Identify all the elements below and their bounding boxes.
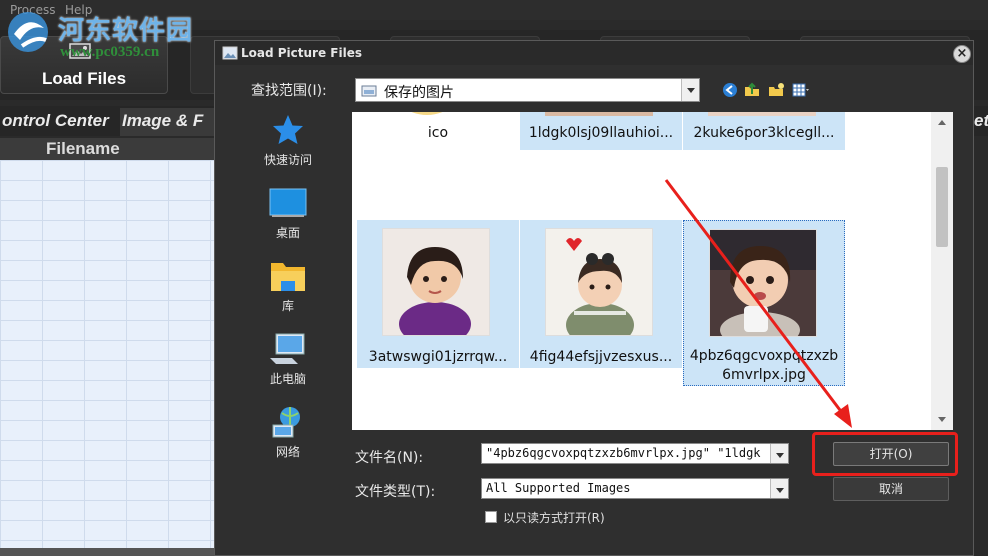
load-picture-dialog: Load Picture Files × 查找范围(I): 保存的图片 快速访问… [214,40,974,556]
scroll-thumb[interactable] [936,167,948,247]
up-folder-icon[interactable] [743,81,761,99]
new-folder-icon[interactable] [767,81,785,99]
thumbnail [545,228,653,336]
place-library[interactable]: 库 [244,259,332,329]
chevron-down-icon[interactable] [770,444,788,463]
star-icon [273,115,303,144]
file-name: 3atwswgi01jzrrqw... [368,349,508,365]
watermark-logo-icon [8,12,48,52]
file-item[interactable]: ico [357,112,519,148]
place-desktop[interactable]: 桌面 [244,186,332,256]
look-in-label: 查找范围(I): [251,83,327,99]
thumbnail [709,229,817,337]
watermark-title: 河东软件园 [58,16,194,46]
vertical-scrollbar[interactable] [931,112,953,430]
thumbnail [708,112,816,116]
file-name-input[interactable]: "4pbz6qgcvoxpqtzxzb6mvrlpx.jpg" "1ldgk [481,443,789,464]
picture-icon [222,46,238,60]
dialog-titlebar: Load Picture Files × [215,41,973,65]
network-icon [272,407,300,438]
look-in-dropdown[interactable]: 保存的图片 [355,78,700,102]
chevron-down-icon[interactable] [770,479,788,498]
folder-drive-icon [361,85,377,97]
open-button[interactable]: 打开(O) [833,442,949,466]
close-button[interactable]: × [953,45,971,63]
app-window: Process Help Load Files 河东软件园 www.pc0359… [0,0,988,556]
tab-image-format[interactable]: Image & F [120,108,216,136]
place-label: 桌面 [275,226,300,240]
place-label: 网络 [275,445,300,459]
file-item[interactable]: 1ldgk0lsj09llauhioi... [520,112,682,150]
place-label: 快速访问 [263,153,312,167]
file-type-value: All Supported Images [486,481,631,495]
file-name-label: 文件名(N): [355,450,424,466]
file-name-value: "4pbz6qgcvoxpqtzxzb6mvrlpx.jpg" "1ldgk [486,446,761,460]
file-name: 2kuke6por3klcegll... [693,125,835,141]
file-item[interactable]: 3atwswgi01jzrrqw... [357,220,519,368]
scroll-down-icon[interactable] [938,417,946,422]
library-icon [271,263,305,291]
look-in-value: 保存的图片 [384,85,454,101]
file-type-select[interactable]: All Supported Images [481,478,789,499]
place-label: 此电脑 [269,372,306,386]
dialog-title: Load Picture Files [241,46,362,60]
file-type-label: 文件类型(T): [355,484,436,500]
file-name-line1: 4pbz6qgcvoxpqtzxzb [689,348,839,364]
file-table [0,160,215,550]
thumbnail [545,112,653,116]
desktop-icon [269,188,307,217]
back-icon[interactable] [721,81,739,99]
scroll-up-icon[interactable] [938,120,946,125]
computer-icon [270,333,305,364]
load-files-label: Load Files [41,69,127,88]
watermark: 河东软件园 www.pc0359.cn [0,6,210,66]
cancel-button[interactable]: 取消 [833,477,949,501]
file-item-focused[interactable]: 4pbz6qgcvoxpqtzxzb 6mvrlpx.jpg [683,220,845,386]
close-icon: × [956,46,968,61]
readonly-label: 以只读方式打开(R) [503,511,605,525]
file-item[interactable]: 4fig44efsjjvzesxus... [520,220,682,368]
place-network[interactable]: 网络 [244,405,332,475]
thumbnail [382,228,490,336]
readonly-checkbox[interactable] [485,511,497,523]
watermark-url: www.pc0359.cn [60,44,160,60]
file-name: 4fig44efsjjvzesxus... [529,349,673,365]
folder-icon [411,112,443,115]
file-list[interactable]: ico 1ldgk0lsj09llauhioi... 2kuke6por3klc… [352,112,953,430]
place-quick-access[interactable]: 快速访问 [244,113,332,183]
file-item[interactable]: 2kuke6por3klcegll... [683,112,845,150]
file-name: ico [427,125,449,141]
place-this-pc[interactable]: 此电脑 [244,332,332,402]
tab-control-center[interactable]: ontrol Center [0,108,118,136]
horizontal-scrollbar[interactable] [0,548,215,556]
view-menu-icon[interactable] [791,81,809,99]
column-header-filename[interactable]: Filename [46,139,120,159]
file-name-line2: 6mvrlpx.jpg [722,367,806,383]
place-label: 库 [281,299,294,313]
tab-fragment-right[interactable]: et [972,108,988,136]
chevron-down-icon[interactable] [681,79,699,101]
file-name: 1ldgk0lsj09llauhioi... [528,125,674,141]
